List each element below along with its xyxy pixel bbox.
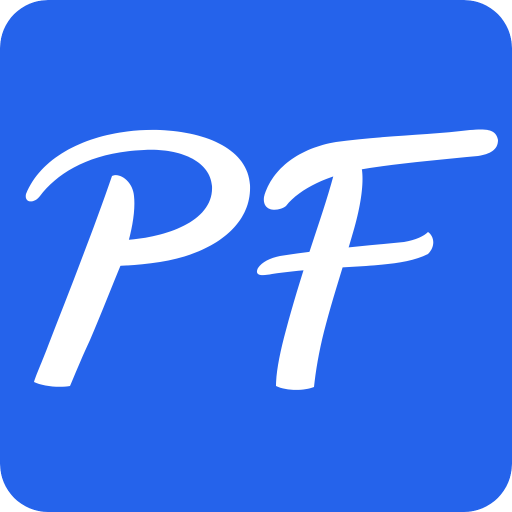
- pf-monogram-logo-icon: [0, 0, 512, 512]
- icon-background: [0, 0, 512, 512]
- app-icon[interactable]: PF: [0, 0, 512, 512]
